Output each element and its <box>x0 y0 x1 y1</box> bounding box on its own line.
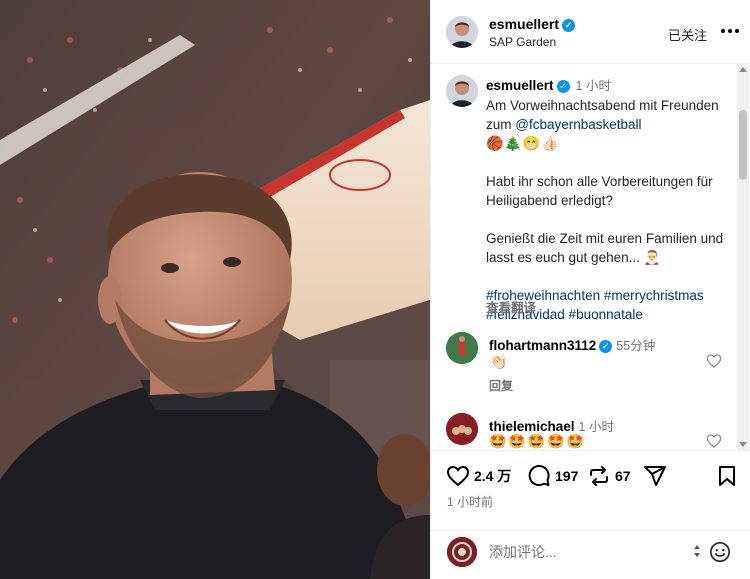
see-translation-link[interactable]: 查看翻译 <box>486 297 536 316</box>
add-comment-bar <box>431 530 750 579</box>
bookmark-icon <box>719 466 735 486</box>
save-button[interactable] <box>715 464 739 488</box>
repost-icon <box>590 466 608 486</box>
share-button[interactable] <box>643 464 667 488</box>
caption-avatar[interactable] <box>446 75 478 107</box>
caption-emojis: 🏀🎄😁👍🏻 <box>486 135 560 151</box>
scrollbar-thumb[interactable] <box>739 110 747 180</box>
caption-paragraph-2: Habt ihr schon alle Vorbereitungen für H… <box>486 174 713 208</box>
caption-time[interactable]: 1 小时 <box>576 79 611 93</box>
verified-icon: ✓ <box>556 80 570 93</box>
current-user-avatar <box>447 537 477 567</box>
comment-username[interactable]: flohartmann3112 ✓ 55分钟 <box>489 335 655 354</box>
heart-icon <box>446 465 470 487</box>
reply-button[interactable]: 回复 <box>489 377 513 394</box>
commenter-avatar[interactable] <box>446 413 478 445</box>
comment-count: 197 <box>555 468 579 484</box>
repost-count: 67 <box>615 468 631 484</box>
commenter-avatar[interactable] <box>446 332 478 364</box>
stepper-arrows-icon[interactable] <box>693 543 701 559</box>
like-comment-heart-icon[interactable] <box>706 433 722 449</box>
comment-text: 👏🏻 <box>489 354 508 371</box>
post-location[interactable]: SAP Garden <box>489 35 556 49</box>
selfie-photo <box>0 0 430 579</box>
caption-paragraph-3: Genießt die Zeit mit euren Familien und … <box>486 231 724 265</box>
emoji-icon[interactable] <box>709 541 731 563</box>
scroll-down-arrow-icon[interactable] <box>739 442 747 447</box>
more-options-icon[interactable] <box>719 22 741 40</box>
verified-icon: ✓ <box>599 340 613 353</box>
post-caption: esmuellert ✓ 1 小时 Am Vorweihnachtsabend mi… <box>486 76 731 324</box>
caption-username[interactable]: esmuellert <box>486 78 554 93</box>
comment-input[interactable] <box>489 544 689 560</box>
post-photo[interactable] <box>0 0 430 579</box>
comment-time[interactable]: 1 小时 <box>579 420 614 434</box>
post-detail-panel: esmuellert ✓ SAP Garden 已关注 esmuellert ✓ 1 … <box>430 0 750 579</box>
post-header: esmuellert ✓ SAP Garden 已关注 <box>431 0 750 64</box>
author-avatar[interactable] <box>446 16 478 48</box>
comments-scroll-area[interactable]: esmuellert ✓ 1 小时 Am Vorweihnachtsabend mi… <box>431 64 750 450</box>
send-icon <box>644 466 666 486</box>
repost-button[interactable]: 67 <box>587 464 631 488</box>
mention-link[interactable]: @fcbayernbasketball <box>515 117 641 132</box>
scroll-up-arrow-icon[interactable] <box>739 67 747 72</box>
post-actions: 2.4 万 197 67 1 小时前 <box>431 450 750 530</box>
like-button[interactable]: 2.4 万 <box>446 464 511 488</box>
author-username[interactable]: esmuellert ✓ <box>489 16 576 32</box>
like-comment-heart-icon[interactable] <box>706 353 722 369</box>
following-button[interactable]: 已关注 <box>668 25 707 44</box>
verified-icon: ✓ <box>562 19 576 32</box>
comment-bubble-icon <box>528 465 550 487</box>
like-count: 2.4 万 <box>474 468 512 484</box>
comment-text: 🤩🤩🤩🤩🤩 <box>489 433 587 449</box>
post-timestamp[interactable]: 1 小时前 <box>447 493 493 510</box>
comment-button[interactable]: 197 <box>527 464 578 488</box>
comments-scrollbar[interactable] <box>737 64 749 450</box>
comment-time[interactable]: 55分钟 <box>616 339 655 353</box>
